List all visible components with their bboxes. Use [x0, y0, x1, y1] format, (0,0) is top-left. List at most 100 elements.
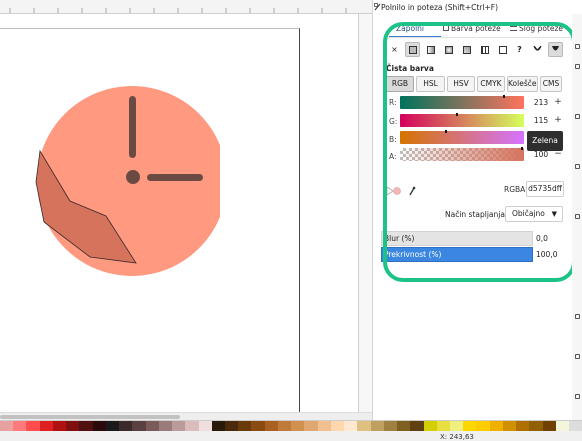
- palette-swatch[interactable]: [436, 421, 450, 431]
- rgba-input[interactable]: d5735dff: [526, 181, 564, 197]
- tool-icon[interactable]: [575, 214, 580, 219]
- tool-icon[interactable]: [575, 394, 580, 399]
- tab-fill[interactable]: Zapolni: [396, 24, 424, 36]
- palette-swatch[interactable]: [119, 421, 133, 431]
- tab-stroke-paint-label: Barva poteze: [451, 24, 501, 33]
- drawing-canvas[interactable]: [0, 0, 372, 420]
- channel-r-increment[interactable]: +: [554, 96, 562, 109]
- palette-swatch[interactable]: [291, 421, 305, 431]
- swatch-button[interactable]: [495, 42, 510, 57]
- channel-a-slider[interactable]: [400, 147, 524, 161]
- palette-swatch[interactable]: [39, 421, 53, 431]
- palette-swatch[interactable]: [410, 421, 424, 431]
- opacity-value[interactable]: 100,0: [536, 250, 557, 259]
- palette-swatch[interactable]: [569, 421, 582, 431]
- palette-swatch[interactable]: [330, 421, 345, 431]
- no-paint-button[interactable]: ×: [387, 42, 402, 57]
- radial-gradient-button[interactable]: [441, 42, 456, 57]
- tool-icon[interactable]: [575, 354, 580, 359]
- palette-swatch[interactable]: [198, 421, 212, 431]
- palette-swatch[interactable]: [92, 421, 106, 431]
- palette-swatch[interactable]: [66, 421, 80, 431]
- tab-fill-label: Zapolni: [396, 24, 425, 33]
- palette-swatch[interactable]: [317, 421, 331, 431]
- mode-cmyk-button[interactable]: CMYK: [477, 76, 505, 92]
- tab-stroke-paint[interactable]: Barva poteze: [443, 24, 501, 36]
- palette-swatch[interactable]: [304, 421, 318, 431]
- palette-swatch[interactable]: [158, 421, 173, 431]
- palette-swatch[interactable]: [52, 421, 67, 431]
- palette-swatch[interactable]: [476, 421, 490, 431]
- pattern-button[interactable]: [477, 42, 492, 57]
- clock-center[interactable]: [126, 170, 140, 184]
- palette-swatch[interactable]: [13, 421, 27, 431]
- fill-rule-evenodd-icon: [533, 45, 542, 51]
- color-managed-icon[interactable]: [386, 186, 416, 196]
- channel-r-value[interactable]: 213: [528, 96, 554, 109]
- palette-swatch[interactable]: [423, 421, 437, 431]
- palette-swatch[interactable]: [502, 421, 517, 431]
- palette-swatch[interactable]: [397, 421, 411, 431]
- clock-hand-minute[interactable]: [129, 96, 136, 158]
- channel-g-marker: [456, 113, 458, 116]
- channel-g-slider[interactable]: [400, 113, 524, 127]
- mode-wheel-button[interactable]: Kolešček: [507, 76, 538, 92]
- mesh-gradient-button[interactable]: [459, 42, 474, 57]
- horizontal-scrollbar[interactable]: [0, 412, 372, 420]
- linear-gradient-button[interactable]: [423, 42, 438, 57]
- palette-swatch[interactable]: [26, 421, 40, 431]
- palette-swatch[interactable]: [224, 421, 239, 431]
- palette-swatch[interactable]: [529, 421, 543, 431]
- palette-swatch[interactable]: [238, 421, 252, 431]
- color-tools: [386, 186, 416, 196]
- palette-swatch[interactable]: [172, 421, 186, 431]
- blur-slider[interactable]: Blur (%): [381, 231, 533, 246]
- clock-drawing[interactable]: [30, 82, 220, 282]
- palette-swatch[interactable]: [516, 421, 530, 431]
- palette-swatch[interactable]: [132, 421, 146, 431]
- palette-swatch[interactable]: [145, 421, 159, 431]
- palette-swatch[interactable]: [344, 421, 358, 431]
- mode-hsv-button[interactable]: HSV: [447, 76, 475, 92]
- opacity-slider[interactable]: Prekrivnost (%): [381, 247, 533, 262]
- mode-rgb-button[interactable]: RGB: [386, 76, 414, 92]
- mode-hsl-button[interactable]: HSL: [416, 76, 445, 92]
- tool-icon[interactable]: [575, 44, 580, 49]
- palette-swatch[interactable]: [277, 421, 292, 431]
- blend-mode-select[interactable]: Običajno ▼: [505, 206, 563, 222]
- mode-cms-button[interactable]: CMS: [540, 76, 562, 92]
- palette-swatch[interactable]: [251, 421, 265, 431]
- channel-g-increment[interactable]: +: [554, 114, 562, 127]
- tool-icon[interactable]: [575, 114, 580, 119]
- blur-value[interactable]: 0,0: [536, 234, 548, 243]
- fill-rule-evenodd-button[interactable]: [530, 42, 545, 57]
- palette-swatch[interactable]: [357, 421, 371, 431]
- palette-swatch[interactable]: [463, 421, 477, 431]
- scrollbar-thumb[interactable]: [0, 415, 180, 419]
- palette-swatch[interactable]: [211, 421, 225, 431]
- channel-b-slider[interactable]: [400, 130, 524, 144]
- tool-icon[interactable]: [575, 64, 580, 69]
- palette-swatch[interactable]: [0, 421, 14, 431]
- palette-swatch[interactable]: [185, 421, 199, 431]
- palette-swatch[interactable]: [105, 421, 120, 431]
- tool-icon[interactable]: [575, 314, 580, 319]
- palette-swatch[interactable]: [79, 421, 93, 431]
- palette-swatch[interactable]: [449, 421, 464, 431]
- channel-b-marker: [445, 130, 447, 133]
- palette-swatch[interactable]: [489, 421, 503, 431]
- channel-g-value[interactable]: 115: [528, 114, 554, 127]
- palette-swatch[interactable]: [542, 421, 556, 431]
- clock-hand-hour[interactable]: [147, 174, 203, 181]
- palette-swatch[interactable]: [555, 421, 570, 431]
- tool-icon[interactable]: [575, 164, 580, 169]
- palette-swatch[interactable]: [383, 421, 398, 431]
- tab-stroke-style[interactable]: Slog poteze: [510, 24, 563, 36]
- flat-color-button[interactable]: [405, 42, 420, 57]
- swatch-strip: [0, 421, 582, 431]
- unset-paint-button[interactable]: ?: [512, 42, 527, 57]
- fill-rule-nonzero-button[interactable]: [548, 42, 563, 57]
- channel-r-slider[interactable]: [400, 95, 524, 109]
- palette-swatch[interactable]: [264, 421, 278, 431]
- palette-swatch[interactable]: [370, 421, 384, 431]
